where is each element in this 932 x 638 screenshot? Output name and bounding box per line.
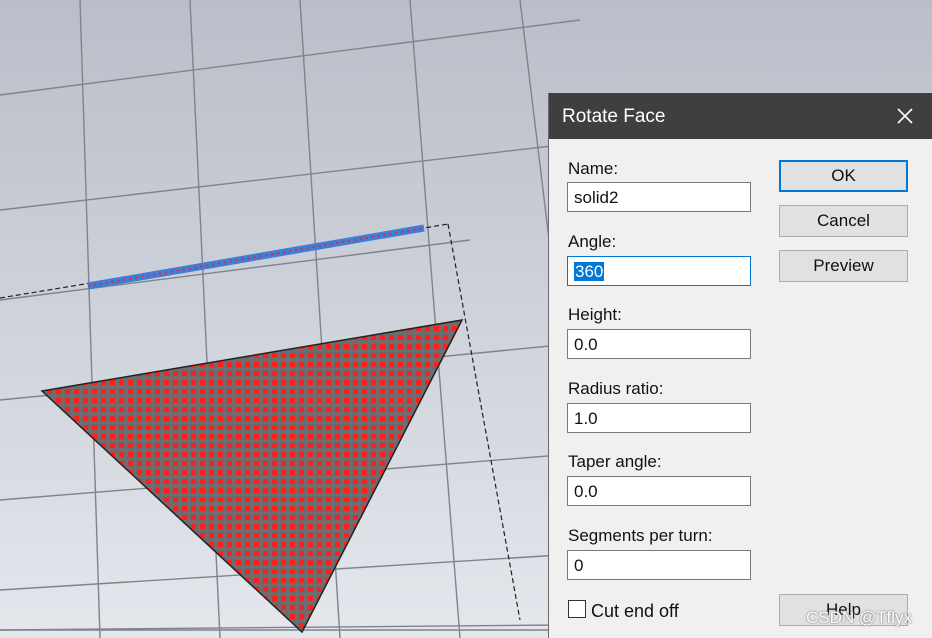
height-field[interactable]: 0.0 bbox=[567, 329, 751, 359]
name-field[interactable]: solid2 bbox=[567, 182, 751, 212]
name-label: Name: bbox=[568, 159, 619, 178]
radius-ratio-label: Radius ratio: bbox=[568, 379, 664, 398]
cut-end-off-checkbox[interactable] bbox=[568, 600, 586, 618]
angle-label: Angle: bbox=[568, 232, 617, 251]
angle-field[interactable]: 360 bbox=[567, 256, 751, 286]
taper-angle-label: Taper angle: bbox=[568, 452, 662, 471]
cut-end-off-label[interactable]: Cut end off bbox=[591, 601, 679, 622]
angle-value-selected: 360 bbox=[574, 262, 605, 281]
close-icon[interactable] bbox=[893, 104, 917, 128]
radius-ratio-field[interactable]: 1.0 bbox=[567, 403, 751, 433]
dialog-title: Rotate Face bbox=[562, 106, 666, 127]
dialog-titlebar[interactable]: Rotate Face bbox=[549, 93, 932, 139]
ok-button[interactable]: OK bbox=[779, 160, 908, 192]
height-label: Height: bbox=[568, 305, 622, 324]
watermark: CSDN @Tflyx bbox=[806, 608, 913, 627]
rotate-face-dialog: Rotate Face Name: solid2 Angle: 360 Heig… bbox=[548, 93, 932, 638]
cancel-button[interactable]: Cancel bbox=[779, 205, 908, 237]
segments-per-turn-field[interactable]: 0 bbox=[567, 550, 751, 580]
segments-per-turn-label: Segments per turn: bbox=[568, 526, 713, 545]
taper-angle-field[interactable]: 0.0 bbox=[567, 476, 751, 506]
preview-button[interactable]: Preview bbox=[779, 250, 908, 282]
